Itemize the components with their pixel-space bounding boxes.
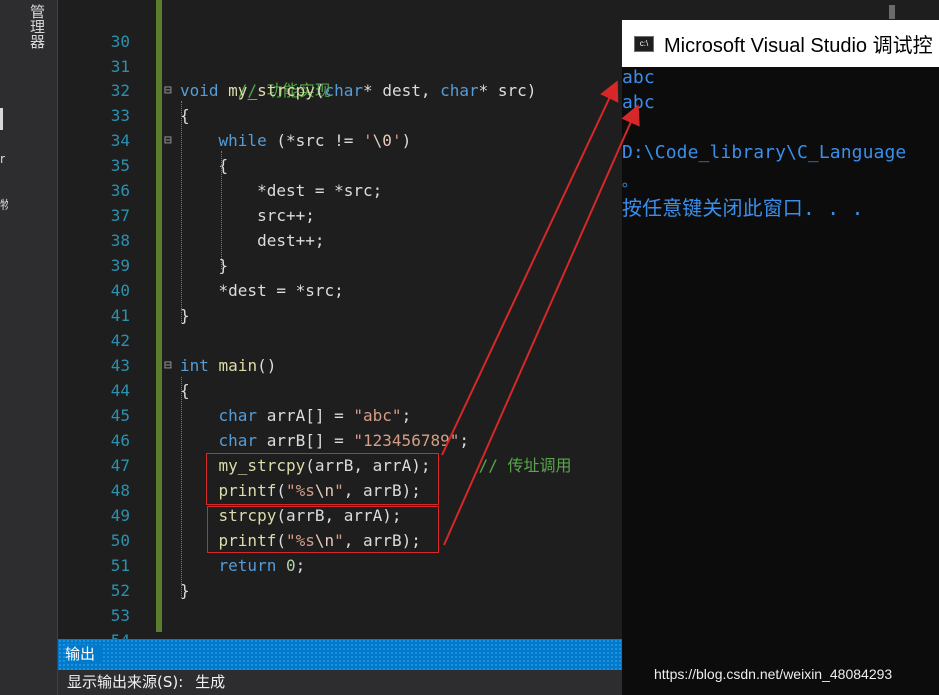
code-token: * src) [478,81,537,100]
indent-token [180,431,219,450]
keyword-token: return [218,556,277,575]
code-text: while (*src != '\0') [180,128,412,153]
keyword-token: char [218,431,258,450]
string-token: ' [363,131,373,150]
code-text: *dest = *src; [180,178,382,203]
indent-guide [181,101,182,323]
code-text: char arrB[] = "123456789"; [180,428,469,453]
debug-console-window[interactable]: c:\ Microsoft Visual Studio 调试控 abc abc … [622,20,939,695]
code-token: ( [314,81,325,100]
escape-token: \0 [372,131,392,150]
code-text: void my_strcpy(char* dest, char* src) [180,78,536,103]
code-token: ; [295,556,306,575]
code-token: *dest = *src; [180,181,383,200]
keyword-token: int [180,356,209,375]
number-token: 0 [285,556,296,575]
comment-token: // 传址调用 [430,456,572,475]
output-panel-header[interactable]: 输出 [58,639,622,670]
string-token: "123456789" [353,431,460,450]
fold-toggle[interactable]: ⊟ [164,353,178,378]
keyword-token: while [218,131,267,150]
console-app-icon: c:\ [634,35,654,52]
vs-debug-screen: 管理器 r 物 30 31 32 // 功能实现 33 ⊟ void my_st… [0,0,939,695]
output-source-select[interactable]: 生成 [195,673,225,691]
string-token: ' [391,131,402,150]
keyword-token: void [180,81,219,100]
fold-toggle[interactable]: ⊟ [164,78,178,103]
code-text: *dest = *src; [180,278,344,303]
annotation-box [207,506,439,553]
annotation-box [206,453,439,505]
string-token: "abc" [353,406,402,425]
code-token: ) [401,131,412,150]
code-text: dest++; [180,228,325,253]
code-token: arrB[] = [257,431,354,450]
console-title: Microsoft Visual Studio 调试控 [664,35,933,57]
code-token: () [257,356,277,375]
code-token: ; [401,406,412,425]
code-text: src++; [180,203,315,228]
keyword-token: char [440,81,479,100]
console-output-line: D:\Code_library\C_Language [622,142,907,163]
console-output-line: 按任意键关闭此窗口. . . [622,196,864,220]
code-token: dest++; [180,231,325,250]
keyword-token: char [218,406,258,425]
code-text: return 0; [180,553,306,578]
output-source-toolbar[interactable]: 显示输出来源(S): 生成 [58,670,622,695]
indent-token [180,131,219,150]
code-token: ; [459,431,469,450]
indent-token [180,406,219,425]
keyword-token: char [324,81,364,100]
output-source-label: 显示输出来源(S): [67,673,184,691]
indent-guide [181,377,182,598]
indent-token [180,556,219,575]
code-text: char arrA[] = "abc"; [180,403,412,428]
output-panel-title: 输出 [65,645,104,663]
code-token: src++; [180,206,315,225]
function-token: main [218,356,258,375]
console-output-line: 。 [622,172,638,190]
code-token: * dest, [363,81,441,100]
blog-watermark: https://blog.csdn.net/weixin_48084293 [654,666,893,682]
console-titlebar[interactable]: c:\ Microsoft Visual Studio 调试控 [622,20,939,67]
console-output-line: abc [622,92,655,113]
console-output-line: abc [622,67,655,88]
code-text: int main() [180,353,276,378]
code-token: (*src != [266,131,364,150]
fold-toggle[interactable]: ⊟ [164,128,178,153]
function-token: my_strcpy [228,81,315,100]
code-token: *dest = *src; [180,281,344,300]
indent-guide [221,151,222,269]
code-token: arrA[] = [257,406,354,425]
